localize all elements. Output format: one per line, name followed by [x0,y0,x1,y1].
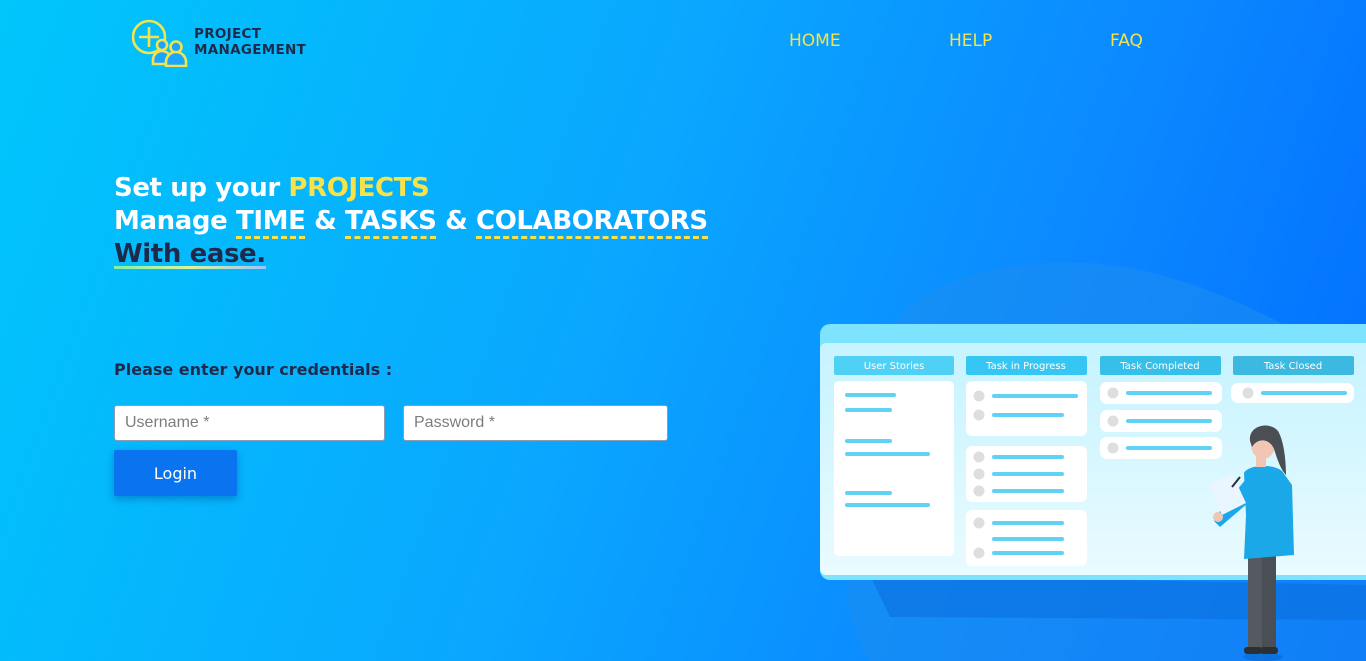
logo-text: PROJECT MANAGEMENT [194,26,306,58]
hero-colaborators-word: COLABORATORS [476,206,708,239]
hero-line-1: Set up your PROJECTS [114,172,708,205]
hero-separator-1: & [305,206,346,236]
hero-line-1-prefix: Set up your [114,173,289,203]
hero-time-word: TIME [235,206,306,239]
column-title-in-progress: Task in Progress [985,361,1066,372]
hero-line-3: With ease. [114,238,708,271]
column-title-closed: Task Closed [1263,361,1322,372]
hero-separator-2: & [436,206,477,236]
hero-projects-highlight: PROJECTS [288,173,430,203]
credentials-prompt: Please enter your credentials : [114,360,393,379]
hero-ease-text: With ease. [114,239,266,269]
username-input[interactable] [114,405,385,441]
nav-faq-link[interactable]: FAQ [1110,31,1143,51]
logo[interactable]: PROJECT MANAGEMENT [132,17,306,67]
hero-line-2: Manage TIME & TASKS & COLABORATORS [114,205,708,239]
team-plus-icon [132,19,188,67]
nav-help-link[interactable]: HELP [949,31,992,51]
hero-line-2-prefix: Manage [114,206,236,236]
login-button[interactable]: Login [114,450,237,496]
nav-home-link[interactable]: HOME [789,31,841,51]
hero-tasks-word: TASKS [345,206,437,239]
column-title-completed: Task Completed [1119,361,1199,372]
logo-line-1: PROJECT [194,26,262,42]
column-title-user-stories: User Stories [864,361,925,372]
password-input[interactable] [403,405,668,441]
logo-line-2: MANAGEMENT [194,42,307,58]
kanban-illustration: User Stories Task in Progress Task Compl… [800,255,1366,661]
hero-heading: Set up your PROJECTS Manage TIME & TASKS… [114,172,708,271]
